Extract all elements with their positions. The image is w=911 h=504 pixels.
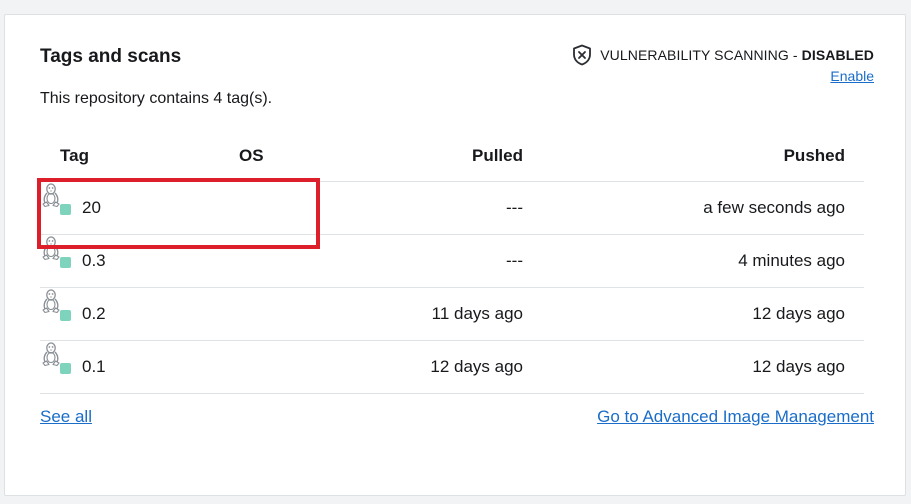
tags-table: Tag OS Pulled Pushed 20 --- a few second… [40, 140, 864, 394]
vulnerability-scanning-status: VULNERABILITY SCANNING - DISABLED [572, 44, 874, 66]
tag-status-dot [60, 204, 71, 215]
scan-label: VULNERABILITY SCANNING - [600, 47, 798, 63]
tag-name: 0.2 [82, 304, 106, 323]
linux-icon [42, 236, 60, 261]
tag-name: 0.3 [82, 251, 106, 270]
tag-name: 0.1 [82, 357, 106, 376]
table-row[interactable]: 0.1 12 days ago 12 days ago [40, 341, 864, 394]
tag-name: 20 [82, 198, 101, 217]
panel-title: Tags and scans [40, 46, 182, 67]
pulled-time: --- [506, 198, 523, 217]
linux-icon [42, 289, 60, 314]
advanced-image-management-link[interactable]: Go to Advanced Image Management [597, 407, 874, 427]
linux-icon [42, 342, 60, 367]
pushed-time: a few seconds ago [703, 198, 845, 217]
table-row[interactable]: 0.2 11 days ago 12 days ago [40, 288, 864, 341]
pushed-time: 4 minutes ago [738, 251, 845, 270]
header-pushed: Pushed [783, 146, 845, 165]
pulled-time: --- [506, 251, 523, 270]
tag-count-summary: This repository contains 4 tag(s). [40, 90, 273, 107]
scan-state: DISABLED [801, 47, 874, 63]
header-tag: Tag [60, 146, 89, 165]
table-row[interactable]: 0.3 --- 4 minutes ago [40, 235, 864, 288]
pulled-time: 11 days ago [431, 304, 523, 323]
pushed-time: 12 days ago [752, 357, 845, 376]
header-os: OS [239, 146, 264, 165]
tag-status-dot [60, 257, 71, 268]
pushed-time: 12 days ago [752, 304, 845, 323]
tag-status-dot [60, 363, 71, 374]
pulled-time: 12 days ago [430, 357, 523, 376]
shield-x-icon [573, 44, 592, 66]
tag-status-dot [60, 310, 71, 321]
header-pulled: Pulled [471, 146, 523, 165]
enable-scanning-link[interactable]: Enable [830, 68, 874, 84]
table-header: Tag OS Pulled Pushed [40, 140, 864, 182]
linux-icon [42, 183, 60, 208]
table-row[interactable]: 20 --- a few seconds ago [40, 182, 864, 235]
see-all-link[interactable]: See all [40, 407, 92, 427]
